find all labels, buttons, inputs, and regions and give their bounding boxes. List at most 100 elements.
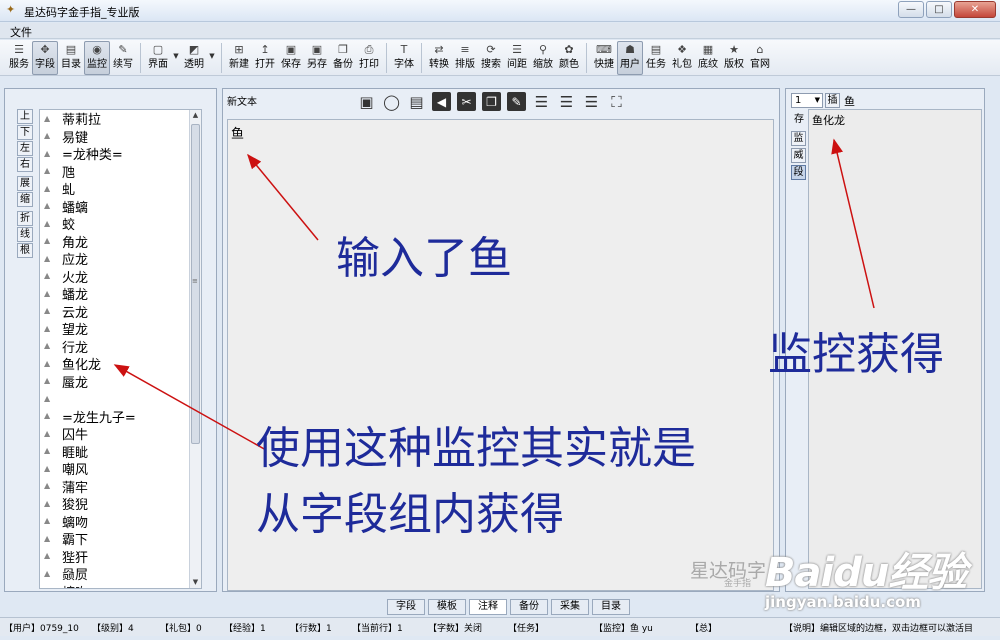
toolbar-button-shortcut[interactable]: ⌨ 快捷	[591, 41, 617, 75]
scroll-up-icon[interactable]: ▲	[191, 111, 200, 119]
tree-scrollbar[interactable]: ▲ ≡ ▼	[189, 110, 201, 588]
toolbar-button-texture[interactable]: ▦ 底纹	[695, 41, 721, 75]
toolbar-button-font[interactable]: T 字体	[391, 41, 417, 75]
toolbar-button-user[interactable]: ☗ 用户	[617, 41, 643, 75]
bottom-tab[interactable]: 目录	[592, 599, 630, 615]
tree-item[interactable]: ▲ 云龙	[40, 303, 201, 321]
tree-item[interactable]: ▲ 霸下	[40, 530, 201, 548]
paragraph-mode-button[interactable]: 段	[791, 165, 806, 180]
fullscreen-icon[interactable]: ⛶	[605, 91, 628, 113]
tree-item[interactable]: ▲ 狴犴	[40, 548, 201, 566]
tree-item[interactable]: ▲ 螭吻	[40, 513, 201, 531]
tree-item[interactable]: ▲ 蛟	[40, 215, 201, 233]
tree-item[interactable]: ▲ 易键	[40, 128, 201, 146]
align-left-icon[interactable]: ☰	[530, 91, 553, 113]
toolbar-button-rss[interactable]: ☰ 服务	[6, 41, 32, 75]
toolbar-button-zoom[interactable]: ⚲ 缩放	[530, 41, 556, 75]
toolbar-button-layout[interactable]: ≡ 排版	[452, 41, 478, 75]
tree-item[interactable]: ▲	[40, 390, 201, 408]
tree-item[interactable]: ▲ 望龙	[40, 320, 201, 338]
insert-button[interactable]: 插	[825, 93, 840, 108]
tree-item[interactable]: ▲ 睚眦	[40, 443, 201, 461]
toolbar-button-backup[interactable]: ❐ 备份	[330, 41, 356, 75]
save-icon[interactable]: ▣	[355, 91, 378, 113]
tree-item[interactable]: ▲ 鱼化龙	[40, 355, 201, 373]
scroll-down-icon[interactable]: ▼	[191, 578, 200, 586]
bottom-tab[interactable]: 模板	[428, 599, 466, 615]
chevron-down-icon[interactable]: ▼	[207, 41, 217, 75]
tree-item[interactable]: ▲ 蒂莉拉	[40, 110, 201, 128]
tree-nav-button[interactable]: 上	[17, 109, 33, 124]
tree-item[interactable]: ▲ =龙种类=	[40, 145, 201, 163]
toolbar-button-home[interactable]: ⌂ 官网	[747, 41, 773, 75]
toolbar-button-gift[interactable]: ❖ 礼包	[669, 41, 695, 75]
tree-item[interactable]: ▲ 蟠龙	[40, 285, 201, 303]
tree-item[interactable]: ▲ 囚牛	[40, 425, 201, 443]
tree-nav-button[interactable]: 展	[17, 176, 33, 191]
align-right-icon[interactable]: ☰	[580, 91, 603, 113]
monitor-mode-button[interactable]: 监	[791, 131, 806, 146]
bottom-tab[interactable]: 采集	[551, 599, 589, 615]
tree-nav-button[interactable]: 右	[17, 157, 33, 172]
text-editor[interactable]: 鱼 星达码字 金手指	[227, 119, 774, 591]
toolbar-button-new[interactable]: ⊞ 新建	[226, 41, 252, 75]
tree-item[interactable]: ▲ =龙生九子=	[40, 408, 201, 426]
minimize-button[interactable]: —	[898, 1, 924, 18]
toolbar-button-convert[interactable]: ⇄ 转换	[426, 41, 452, 75]
toolbar-button-save[interactable]: ▣ 保存	[278, 41, 304, 75]
toolbar-button-open[interactable]: ↥ 打开	[252, 41, 278, 75]
tree-item[interactable]: ▲ 蜃龙	[40, 373, 201, 391]
toolbar-button-copyright[interactable]: ★ 版权	[721, 41, 747, 75]
field-tree[interactable]: ▲ 蒂莉拉 ▲ 易键 ▲ =龙种类= ▲ 虺 ▲ 虬 ▲ 蟠螭 ▲ 蛟 ▲ 角龙 ▲ 应龙 ▲ 火龙 ▲ 蟠龙 ▲ 云龙 ▲ 望龙…	[39, 109, 202, 589]
close-button[interactable]: ✕	[954, 1, 996, 18]
toolbar-button-field[interactable]: ✥ 字段	[32, 41, 58, 75]
edit-icon[interactable]: ✎	[507, 92, 526, 111]
toolbar-button-window[interactable]: ▢ 界面	[145, 41, 171, 75]
tree-item[interactable]: ▲ 火龙	[40, 268, 201, 286]
tree-item[interactable]: ▲ 应龙	[40, 250, 201, 268]
copy-icon[interactable]: ❐	[482, 92, 501, 111]
toolbar-button-save-as[interactable]: ▣ 另存	[304, 41, 330, 75]
tree-item[interactable]: ▲ 蒲牢	[40, 478, 201, 496]
scissors-icon[interactable]: ✂	[457, 92, 476, 111]
document-icon[interactable]: ▤	[405, 91, 428, 113]
tree-item[interactable]: ▲ 螭吻	[40, 583, 201, 588]
toolbar-button-transparency[interactable]: ◩ 透明	[181, 41, 207, 75]
tree-item[interactable]: ▲ 行龙	[40, 338, 201, 356]
menu-file[interactable]: 文件	[10, 24, 32, 40]
tree-item[interactable]: ▲ 赑屃	[40, 565, 201, 583]
monitor-select[interactable]: 1 ▼	[791, 93, 823, 108]
toolbar-button-task[interactable]: ▤ 任务	[643, 41, 669, 75]
tree-item[interactable]: ▲ 虬	[40, 180, 201, 198]
tree-nav-button[interactable]: 根	[17, 243, 33, 258]
document-name: 新文本	[227, 97, 257, 108]
tree-item[interactable]: ▲ 蟠螭	[40, 198, 201, 216]
tree-nav-button[interactable]: 左	[17, 141, 33, 156]
toolbar-button-pen[interactable]: ✎ 续写	[110, 41, 136, 75]
toolbar-button-catalog[interactable]: ▤ 目录	[58, 41, 84, 75]
monitor-result-item[interactable]: 鱼化龙	[812, 112, 845, 128]
toolbar-button-color[interactable]: ✿ 颜色	[556, 41, 582, 75]
back-icon[interactable]: ◀	[432, 92, 451, 111]
tree-nav-button[interactable]: 折	[17, 211, 33, 226]
bottom-tab[interactable]: 字段	[387, 599, 425, 615]
toolbar-button-spacing[interactable]: ☰ 间距	[504, 41, 530, 75]
bulb-icon[interactable]: ◯	[380, 91, 403, 113]
tree-item[interactable]: ▲ 虺	[40, 163, 201, 181]
bottom-tab[interactable]: 注释	[469, 599, 507, 615]
power-mode-button[interactable]: 威	[791, 148, 806, 163]
chevron-down-icon[interactable]: ▼	[171, 41, 181, 75]
tree-nav-button[interactable]: 下	[17, 125, 33, 140]
tree-item[interactable]: ▲ 嘲风	[40, 460, 201, 478]
tree-item[interactable]: ▲ 狻猊	[40, 495, 201, 513]
monitor-results[interactable]: 鱼化龙	[808, 109, 982, 589]
tree-item[interactable]: ▲ 角龙	[40, 233, 201, 251]
maximize-button[interactable]: □	[926, 1, 952, 18]
toolbar-button-search[interactable]: ⟳ 搜索	[478, 41, 504, 75]
tree-nav-button[interactable]: 缩	[17, 192, 33, 207]
bottom-tab[interactable]: 备份	[510, 599, 548, 615]
toolbar-button-monitor[interactable]: ◉ 监控	[84, 41, 110, 75]
align-center-icon[interactable]: ☰	[555, 91, 578, 113]
toolbar-button-print[interactable]: ⎙ 打印	[356, 41, 382, 75]
tree-nav-button[interactable]: 线	[17, 227, 33, 242]
